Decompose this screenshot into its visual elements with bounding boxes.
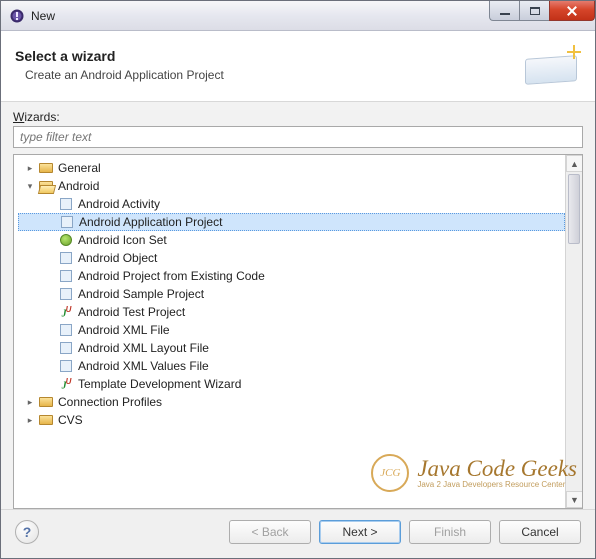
- tree-item-label: Connection Profiles: [58, 395, 162, 409]
- app-icon: [9, 8, 25, 24]
- tree-item[interactable]: Android XML File: [18, 321, 565, 339]
- maximize-button[interactable]: [519, 1, 549, 21]
- wizards-label: Wizards:: [13, 110, 583, 124]
- help-button[interactable]: ?: [15, 520, 39, 544]
- wizard-item-icon: [58, 269, 74, 283]
- wizard-item-icon: [58, 197, 74, 211]
- tree-folder[interactable]: ▾ Android: [18, 177, 565, 195]
- tree-item-label: Android Object: [78, 251, 157, 265]
- tree-item[interactable]: Android Project from Existing Code: [18, 267, 565, 285]
- junit-icon: JU: [58, 305, 74, 319]
- tree-folder[interactable]: ▸ General: [18, 159, 565, 177]
- window-title: New: [31, 9, 55, 23]
- chevron-right-icon[interactable]: ▸: [24, 414, 36, 426]
- tree-item-label: Android Activity: [78, 197, 160, 211]
- wizard-tree-container: ▸ General ▾ Android Android Activity Android …: [13, 154, 583, 509]
- wizard-tree[interactable]: ▸ General ▾ Android Android Activity Android …: [14, 155, 565, 508]
- window-controls: [489, 1, 595, 21]
- tree-item-label: Android Icon Set: [78, 233, 167, 247]
- tree-item[interactable]: Android Sample Project: [18, 285, 565, 303]
- wizard-item-icon: [58, 251, 74, 265]
- tree-item-label: Android Application Project: [79, 215, 222, 229]
- wizard-banner-icon: [521, 43, 581, 87]
- tree-item-label: Android Test Project: [78, 305, 185, 319]
- tree-item[interactable]: Android XML Layout File: [18, 339, 565, 357]
- scroll-track[interactable]: [566, 172, 582, 491]
- back-button[interactable]: < Back: [229, 520, 311, 544]
- wizard-item-icon: [59, 215, 75, 229]
- tree-item[interactable]: JU Template Development Wizard: [18, 375, 565, 393]
- title-bar[interactable]: New: [1, 1, 595, 31]
- tree-item-label: General: [58, 161, 101, 175]
- folder-open-icon: [38, 179, 54, 193]
- tree-item-label: Android XML Values File: [78, 359, 209, 373]
- tree-item-label: Android Project from Existing Code: [78, 269, 265, 283]
- tree-folder[interactable]: ▸ Connection Profiles: [18, 393, 565, 411]
- chevron-right-icon[interactable]: ▸: [24, 162, 36, 174]
- tree-item[interactable]: JU Android Test Project: [18, 303, 565, 321]
- folder-icon: [38, 161, 54, 175]
- scroll-thumb[interactable]: [568, 174, 580, 244]
- header-subtitle: Create an Android Application Project: [15, 68, 224, 82]
- tree-item-label: Template Development Wizard: [78, 377, 241, 391]
- tree-item[interactable]: Android Object: [18, 249, 565, 267]
- tree-item[interactable]: Android Icon Set: [18, 231, 565, 249]
- tree-item-label: Android XML File: [78, 323, 170, 337]
- dialog-body: Wizards: ▸ General ▾ Android Android Activit…: [1, 102, 595, 509]
- finish-button[interactable]: Finish: [409, 520, 491, 544]
- close-button[interactable]: [549, 1, 595, 21]
- folder-icon: [38, 395, 54, 409]
- tree-item[interactable]: Android Application Project: [18, 213, 565, 231]
- filter-input[interactable]: [13, 126, 583, 148]
- scroll-down-icon[interactable]: ▼: [566, 491, 582, 508]
- chevron-down-icon[interactable]: ▾: [24, 180, 36, 192]
- maximize-icon: [530, 7, 540, 15]
- scroll-up-icon[interactable]: ▲: [566, 155, 582, 172]
- minimize-icon: [500, 13, 510, 15]
- tree-item-label: CVS: [58, 413, 83, 427]
- android-icon: [58, 233, 74, 247]
- button-row: < Back Next > Finish Cancel: [229, 520, 581, 544]
- wizard-item-icon: [58, 341, 74, 355]
- help-icon: ?: [23, 524, 32, 540]
- close-icon: [566, 6, 578, 16]
- dialog-header: Select a wizard Create an Android Applic…: [1, 31, 595, 102]
- tree-item-label: Android Sample Project: [78, 287, 204, 301]
- tree-item-label: Android: [58, 179, 99, 193]
- folder-icon: [38, 413, 54, 427]
- tree-item[interactable]: Android Activity: [18, 195, 565, 213]
- dialog-window: New Select a wizard Create an Android Ap…: [0, 0, 596, 559]
- next-button[interactable]: Next >: [319, 520, 401, 544]
- wizard-item-icon: [58, 323, 74, 337]
- wizard-item-icon: [58, 359, 74, 373]
- vertical-scrollbar[interactable]: ▲ ▼: [565, 155, 582, 508]
- tree-item-label: Android XML Layout File: [78, 341, 209, 355]
- minimize-button[interactable]: [489, 1, 519, 21]
- wizard-item-icon: [58, 287, 74, 301]
- chevron-right-icon[interactable]: ▸: [24, 396, 36, 408]
- header-title: Select a wizard: [15, 48, 224, 64]
- tree-item[interactable]: Android XML Values File: [18, 357, 565, 375]
- junit-icon: JU: [58, 377, 74, 391]
- dialog-footer: ? < Back Next > Finish Cancel: [1, 509, 595, 558]
- tree-folder[interactable]: ▸ CVS: [18, 411, 565, 429]
- cancel-button[interactable]: Cancel: [499, 520, 581, 544]
